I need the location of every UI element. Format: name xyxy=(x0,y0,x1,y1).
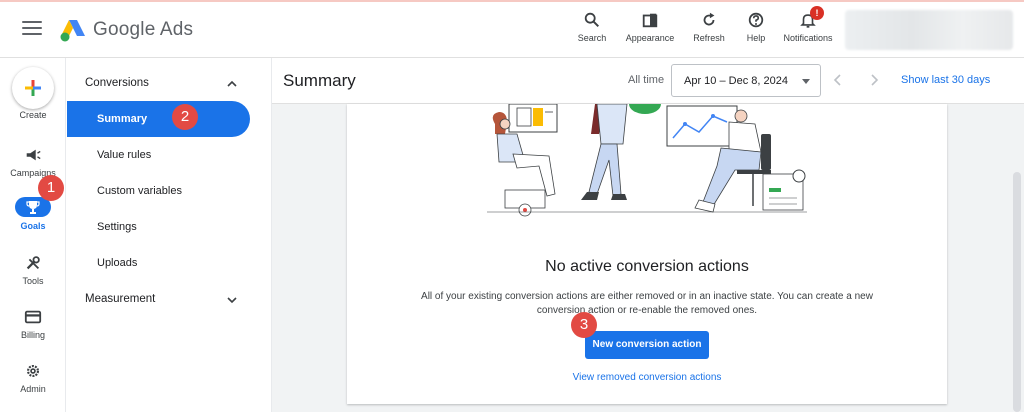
refresh-button[interactable]: Refresh xyxy=(690,10,728,43)
appearance-button[interactable]: Appearance xyxy=(622,10,678,43)
create-button[interactable] xyxy=(12,67,54,109)
google-ads-app: Google Ads Search Appearance Refresh Hel… xyxy=(0,0,1024,412)
admin-label: Admin xyxy=(20,384,46,394)
megaphone-icon xyxy=(26,149,41,161)
brand-name[interactable]: Google Ads xyxy=(93,19,193,41)
search-label: Search xyxy=(577,33,607,43)
empty-state-illustration xyxy=(487,104,807,217)
appearance-label: Appearance xyxy=(625,33,675,43)
date-range-value: Apr 10 – Dec 8, 2024 xyxy=(684,75,788,87)
trophy-icon xyxy=(26,201,40,214)
left-rail: Create Campaigns Goals Tools Billing Adm… xyxy=(0,58,66,412)
subnav-item-value-rules[interactable]: Value rules xyxy=(97,149,151,161)
google-ads-logo xyxy=(60,20,85,42)
account-switcher[interactable] xyxy=(845,10,1013,50)
notification-badge: ! xyxy=(810,6,824,20)
rail-item-billing[interactable]: Billing xyxy=(0,308,66,340)
chevron-up-icon[interactable] xyxy=(227,79,237,89)
refresh-icon xyxy=(703,12,715,26)
goals-label: Goals xyxy=(20,221,46,231)
hamburger-menu-icon[interactable] xyxy=(22,21,42,39)
create-label: Create xyxy=(19,110,47,120)
previous-period-icon[interactable] xyxy=(831,73,845,87)
content-area: No active conversion actions All of your… xyxy=(272,104,1024,412)
plus-icon xyxy=(25,80,41,96)
measurement-section-header[interactable]: Measurement xyxy=(85,293,155,305)
date-preset-label: All time xyxy=(628,74,665,86)
date-range-picker[interactable]: Apr 10 – Dec 8, 2024 xyxy=(671,64,821,97)
refresh-label: Refresh xyxy=(693,33,725,43)
dropdown-arrow-icon xyxy=(802,79,810,84)
show-last-30-days-link[interactable]: Show last 30 days xyxy=(901,74,990,86)
chevron-down-icon[interactable] xyxy=(227,295,237,305)
conversions-section-header[interactable]: Conversions xyxy=(85,77,149,89)
empty-state-card: No active conversion actions All of your… xyxy=(347,104,947,404)
rail-item-campaigns[interactable]: Campaigns xyxy=(0,146,66,178)
subnav-item-custom-variables[interactable]: Custom variables xyxy=(97,185,182,197)
new-conversion-action-button[interactable]: New conversion action xyxy=(585,331,709,359)
billing-label: Billing xyxy=(20,330,45,340)
summary-label: Summary xyxy=(97,113,148,125)
notifications-button[interactable]: ! Notifications xyxy=(779,6,837,43)
subnav-item-settings[interactable]: Settings xyxy=(97,221,137,233)
notifications-label: Notifications xyxy=(783,33,833,43)
appearance-icon xyxy=(642,13,658,28)
help-icon xyxy=(748,12,764,28)
help-button[interactable]: Help xyxy=(742,10,770,43)
vertical-scrollbar[interactable] xyxy=(1013,172,1021,412)
step-marker-3: 3 xyxy=(571,312,597,338)
step-marker-2: 2 xyxy=(172,104,198,130)
page-title: Summary xyxy=(283,71,356,90)
view-removed-link[interactable]: View removed conversion actions xyxy=(347,372,947,383)
empty-state-title: No active conversion actions xyxy=(545,258,749,275)
rail-item-goals[interactable]: Goals xyxy=(0,197,66,231)
rail-item-tools[interactable]: Tools xyxy=(0,254,66,286)
credit-card-icon xyxy=(24,310,42,324)
rail-item-admin[interactable]: Admin xyxy=(0,362,66,394)
gear-icon xyxy=(26,364,40,378)
search-icon xyxy=(584,12,600,28)
tools-icon xyxy=(26,256,40,270)
next-period-icon[interactable] xyxy=(867,73,881,87)
conversions-subnav: Conversions Summary Value rules Custom v… xyxy=(67,58,272,412)
subnav-item-summary[interactable]: Summary xyxy=(67,101,250,137)
main-header: Summary All time Apr 10 – Dec 8, 2024 Sh… xyxy=(272,58,1024,104)
subnav-item-uploads[interactable]: Uploads xyxy=(97,257,137,269)
tools-label: Tools xyxy=(22,276,44,286)
empty-state-description: All of your existing conversion actions … xyxy=(421,291,873,316)
top-bar: Google Ads Search Appearance Refresh Hel… xyxy=(0,0,1024,58)
step-marker-1: 1 xyxy=(38,175,64,201)
search-button[interactable]: Search xyxy=(577,10,607,43)
help-label: Help xyxy=(746,33,766,43)
